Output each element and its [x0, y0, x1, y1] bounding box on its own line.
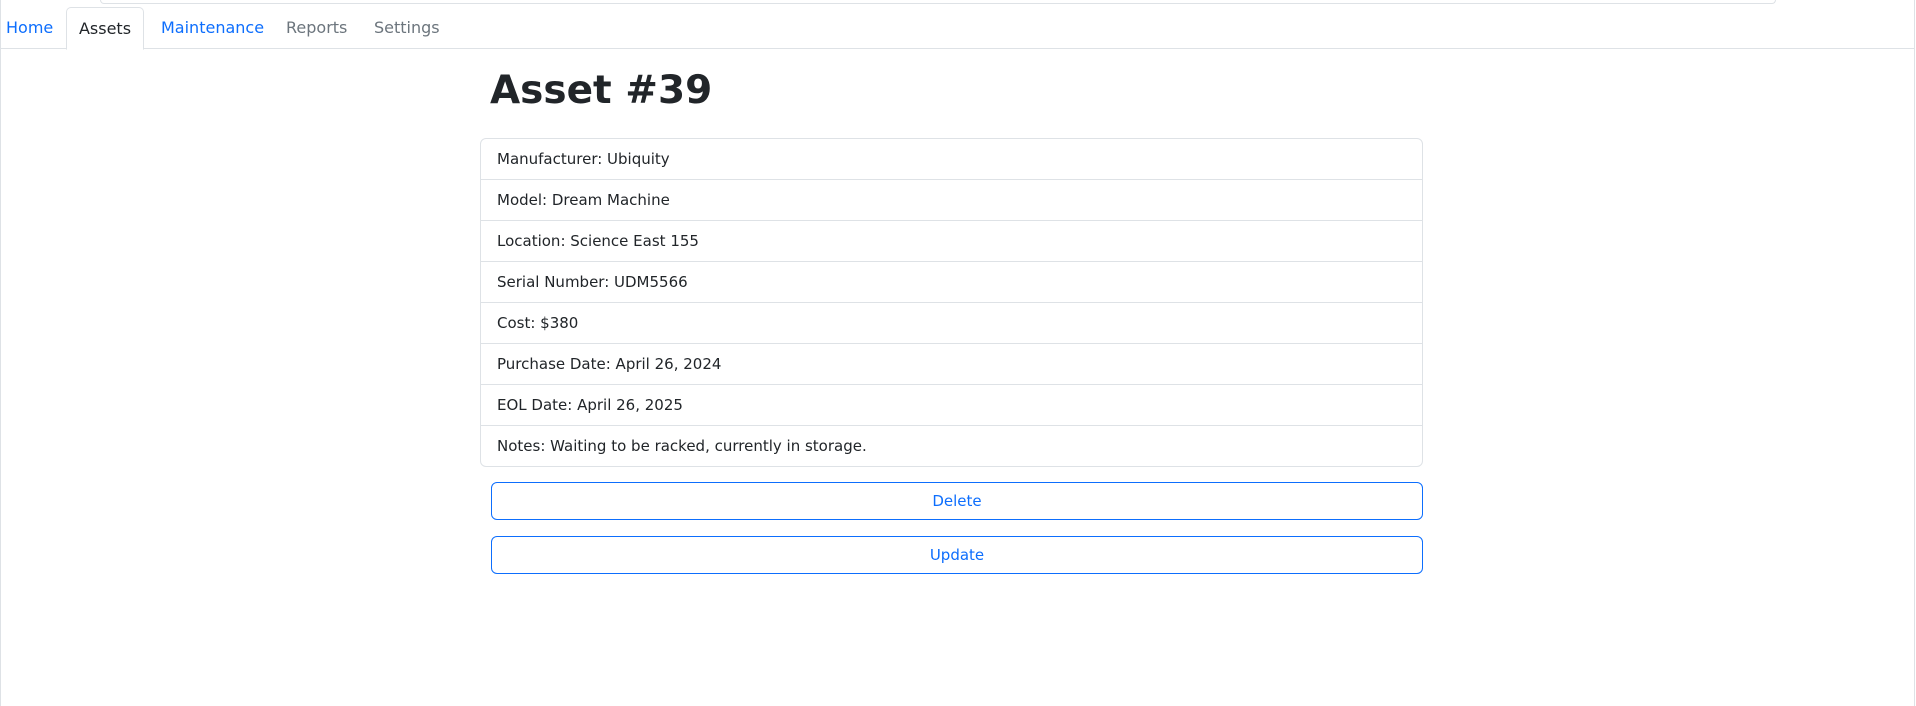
cost-item: Cost: $380: [481, 303, 1422, 344]
page-title: Asset #39: [490, 68, 713, 113]
tab-home[interactable]: Home: [6, 7, 53, 49]
manufacturer-item: Manufacturer: Ubiquity: [481, 139, 1422, 180]
browser-chrome-edge: [100, 0, 1776, 4]
tab-maintenance[interactable]: Maintenance: [161, 7, 264, 49]
asset-details-list: Manufacturer: Ubiquity Model: Dream Mach…: [480, 138, 1423, 467]
nav-tabs: Home Assets Maintenance Reports Settings: [0, 7, 1914, 50]
notes-item: Notes: Waiting to be racked, currently i…: [497, 437, 867, 455]
location-item: Location: Science East 155: [481, 221, 1422, 262]
delete-button[interactable]: Delete: [491, 482, 1423, 520]
tab-reports[interactable]: Reports: [286, 7, 347, 49]
purchase-date-item: Purchase Date: April 26, 2024: [481, 344, 1422, 385]
eol-date-item: EOL Date: April 26, 2025: [481, 385, 1422, 426]
tab-settings[interactable]: Settings: [374, 7, 440, 49]
update-button[interactable]: Update: [491, 536, 1423, 574]
serial-number-item: Serial Number: UDM5566: [481, 262, 1422, 303]
tab-assets[interactable]: Assets: [66, 7, 144, 50]
model-item: Model: Dream Machine: [481, 180, 1422, 221]
